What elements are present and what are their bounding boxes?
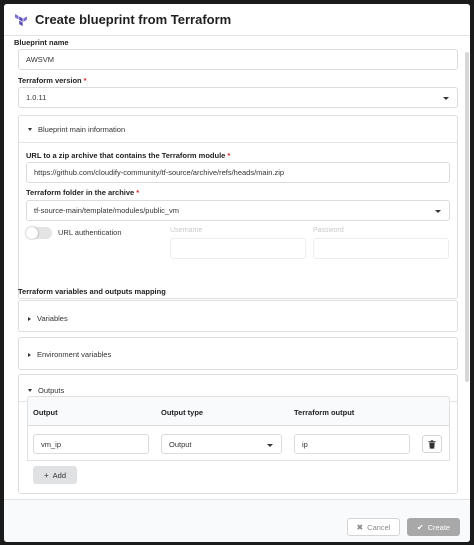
triangle-right-icon (28, 316, 31, 321)
required-asterisk: * (136, 188, 140, 197)
dropdown-caret-icon (443, 97, 449, 100)
toggle-knob (26, 227, 38, 239)
url-label-text: URL to a zip archive that contains the T… (26, 151, 226, 160)
segment-divider (19, 142, 457, 143)
output-type-value: Output (169, 439, 192, 449)
url-authentication-toggle[interactable] (26, 227, 52, 239)
close-icon: ✖ (356, 522, 364, 532)
folder-label-text: Terraform folder in the archive (26, 188, 135, 197)
terraform-version-select[interactable]: 1.0.11 (18, 87, 458, 108)
folder-label: Terraform folder in the archive * (26, 188, 139, 197)
password-label: Password (313, 227, 344, 234)
outputs-title-text: Outputs (38, 386, 65, 395)
modal-title: Create blueprint from Terraform (35, 12, 232, 27)
url-authentication-label: URL authentication (58, 228, 122, 237)
add-output-button[interactable]: + Add (33, 466, 77, 484)
mapping-title: Terraform variables and outputs mapping (18, 287, 166, 296)
env-variables-title-text: Environment variables (37, 350, 112, 359)
folder-value: tf-source-main/template/modules/public_v… (34, 206, 180, 215)
check-icon: ✔ (416, 522, 424, 532)
triangle-down-icon (28, 389, 32, 392)
dropdown-caret-icon (267, 444, 273, 447)
create-button-label: Create (427, 522, 451, 532)
trash-icon (428, 439, 436, 449)
column-header-terraform-output: Terraform output (294, 408, 355, 417)
terraform-version-value: 1.0.11 (26, 93, 47, 102)
blueprint-name-label: Blueprint name (14, 38, 69, 47)
output-type-select[interactable]: Output (161, 434, 282, 454)
required-asterisk: * (227, 151, 231, 160)
terraform-version-label: Terraform version * (18, 76, 87, 85)
variables-accordion-title[interactable]: Variables (28, 314, 68, 323)
output-name-input[interactable]: vm_ip (33, 434, 149, 454)
triangle-down-icon (28, 128, 32, 131)
cancel-button-label: Cancel (367, 522, 391, 532)
outputs-table-header: Output Output type Terraform output (27, 396, 450, 426)
url-label: URL to a zip archive that contains the T… (26, 151, 230, 160)
create-button[interactable]: ✔ Create (407, 518, 460, 536)
main-info-title-text: Blueprint main information (38, 125, 126, 134)
required-asterisk: * (83, 76, 87, 85)
delete-row-button[interactable] (422, 435, 442, 453)
username-input[interactable] (170, 238, 306, 259)
modal-header: Create blueprint from Terraform (4, 4, 470, 36)
outputs-accordion-title[interactable]: Outputs (28, 386, 64, 395)
dropdown-caret-icon (435, 210, 441, 213)
terraform-version-label-text: Terraform version (18, 76, 82, 85)
modal: Create blueprint from Terraform Blueprin… (4, 4, 470, 542)
cancel-button[interactable]: ✖ Cancel (347, 518, 400, 536)
column-header-output: Output (33, 408, 58, 417)
password-input[interactable] (313, 238, 449, 259)
triangle-right-icon (28, 352, 31, 357)
terraform-output-input[interactable]: ip (294, 434, 410, 454)
env-variables-accordion-title[interactable]: Environment variables (28, 350, 111, 359)
main-info-accordion-title[interactable]: Blueprint main information (28, 125, 125, 134)
terraform-logo-icon (15, 13, 27, 26)
blueprint-name-input[interactable]: AWSVM (18, 49, 458, 70)
username-label: Username (170, 227, 203, 234)
plus-icon: + (43, 470, 49, 480)
add-button-label: Add (52, 470, 67, 480)
modal-footer: ✖ Cancel ✔ Create (4, 499, 470, 542)
column-header-output-type: Output type (161, 408, 204, 417)
scrollbar[interactable] (465, 52, 469, 382)
variables-segment[interactable] (18, 300, 458, 332)
folder-select[interactable]: tf-source-main/template/modules/public_v… (26, 200, 450, 221)
url-input[interactable]: https://github.com/cloudify-community/tf… (26, 162, 450, 183)
variables-title-text: Variables (37, 314, 68, 323)
